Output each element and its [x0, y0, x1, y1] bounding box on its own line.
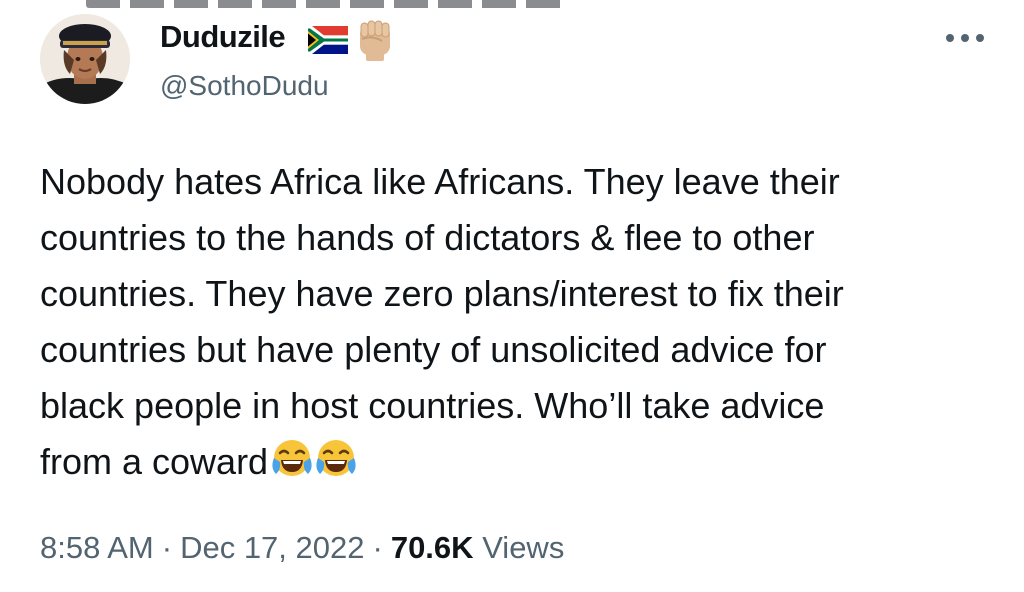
avatar[interactable]: [40, 14, 130, 104]
tweet-line-text: from a coward: [40, 441, 269, 482]
author-display-name[interactable]: Duduzile: [160, 19, 286, 55]
tweet-metadata: 8:58 AM · Dec 17, 2022 · 70.6K Views: [40, 530, 564, 566]
tears-of-joy-emoji-icon: [316, 438, 356, 482]
tears-of-joy-emoji-icon: [272, 438, 312, 482]
cropped-text-fragment: [86, 0, 566, 8]
raised-fist-icon: [360, 20, 390, 61]
tweet-line: countries to the hands of dictators & fl…: [40, 217, 815, 258]
dot: [946, 34, 954, 42]
more-options-icon[interactable]: [946, 26, 984, 50]
cropped-previous-line: [0, 0, 1024, 10]
tweet-date[interactable]: Dec 17, 2022: [180, 530, 364, 565]
views-label: Views: [482, 530, 565, 565]
tweet-line: black people in host countries. Who’ll t…: [40, 385, 825, 426]
tweet-time[interactable]: 8:58 AM: [40, 530, 154, 565]
tweet-card: Duduzile @SothoDudu Nobody hates Africa …: [0, 0, 1024, 592]
tweet-line-last: from a coward: [40, 434, 1000, 490]
author-handle[interactable]: @SothoDudu: [160, 70, 329, 102]
separator: ·: [161, 530, 173, 565]
views-count[interactable]: 70.6K: [391, 530, 474, 565]
dot: [961, 34, 969, 42]
south-africa-flag-icon: [308, 26, 348, 54]
separator: ·: [372, 530, 383, 565]
tweet-line: Nobody hates Africa like Africans. They …: [40, 161, 840, 202]
tweet-line: countries but have plenty of unsolicited…: [40, 329, 827, 370]
tweet-text: Nobody hates Africa like Africans. They …: [40, 154, 1000, 490]
dot: [976, 34, 984, 42]
tweet-line: countries. They have zero plans/interest…: [40, 273, 844, 314]
